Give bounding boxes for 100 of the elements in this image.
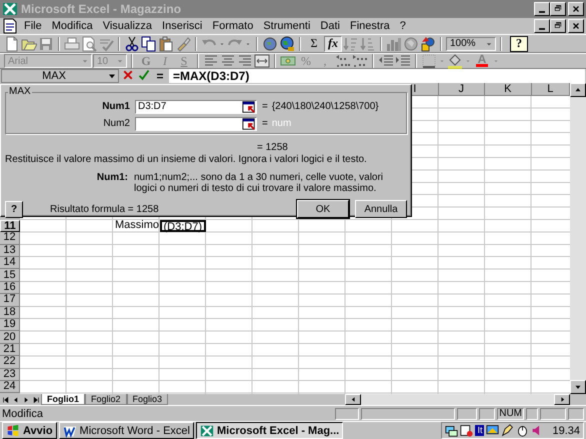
argument-label: Num2 (102, 118, 131, 129)
row-header[interactable]: 16 (0, 282, 20, 294)
language-indicator[interactable]: It (475, 425, 484, 436)
sheet-tab[interactable]: Foglio1 (41, 394, 85, 405)
brush-icon[interactable] (175, 36, 191, 52)
help-button[interactable]: ? (510, 36, 528, 52)
table-cell[interactable]: (D3:D7) (160, 220, 206, 232)
check-icon (138, 69, 150, 81)
start-button[interactable]: Avvio (2, 422, 57, 439)
row-header[interactable]: 17 (0, 294, 20, 307)
group-title: MAX (8, 86, 32, 97)
paste-icon[interactable] (158, 36, 174, 52)
workbook-restore-button[interactable] (550, 19, 566, 33)
row-header[interactable]: 19 (0, 319, 20, 332)
menu-item[interactable]: Strumenti (259, 20, 314, 32)
menu-item[interactable]: Formato (208, 20, 258, 32)
status-indicator: NUM (497, 408, 524, 420)
row-header[interactable]: 13 (0, 244, 20, 258)
sheet-tab[interactable]: Foglio3 (126, 394, 168, 405)
scroll-right-button[interactable] (554, 394, 570, 405)
print-preview-icon[interactable] (81, 36, 97, 52)
formula-field[interactable]: =MAX(D3:D7) (169, 69, 585, 83)
zoom-dropdown[interactable]: 100% (446, 36, 496, 50)
workbook-minimize-button[interactable] (534, 19, 550, 33)
drawing-icon[interactable] (420, 36, 436, 52)
status-panel (526, 408, 538, 420)
restore-button[interactable] (550, 2, 566, 16)
workbook-close-button[interactable] (568, 19, 584, 33)
taskbar-button[interactable]: Microsoft Excel - Mag... (196, 422, 344, 439)
row-header[interactable]: 14 (0, 257, 20, 270)
close-icon (571, 21, 581, 31)
copy-icon[interactable] (141, 36, 157, 52)
function-button[interactable]: fx (324, 36, 342, 52)
menu-item[interactable]: ? (396, 20, 410, 32)
argument-result: num (272, 118, 292, 129)
equals-sign: = (262, 118, 268, 129)
row-header[interactable]: 23 (0, 368, 20, 381)
column-header[interactable]: L (532, 83, 570, 96)
scissors-icon[interactable] (124, 36, 140, 52)
mouse-icon[interactable] (516, 424, 530, 437)
row-header[interactable]: 18 (0, 306, 20, 320)
formula-value: = 1258 (257, 142, 289, 154)
column-header[interactable]: J (438, 83, 485, 96)
ok-button[interactable]: OK (297, 200, 349, 218)
argument-field[interactable]: D3:D7 (135, 100, 257, 114)
globe-icon[interactable] (262, 36, 278, 52)
first-sheet-icon[interactable] (1, 394, 11, 404)
row-header[interactable]: 20 (0, 331, 20, 344)
menu-item[interactable]: Inserisci (158, 20, 206, 32)
cell-range-icon[interactable] (242, 100, 256, 114)
row-header[interactable]: 11 (0, 220, 20, 232)
close-icon (571, 4, 581, 14)
display-icon[interactable] (486, 424, 500, 437)
menu-item[interactable]: Modifica (48, 20, 97, 32)
printer-icon[interactable] (64, 36, 80, 52)
excel-logo-icon (200, 424, 214, 438)
row-header[interactable]: 24 (0, 380, 20, 394)
status-panel (568, 408, 584, 420)
taskbar-button[interactable]: Microsoft Word - Excel (58, 422, 194, 439)
autosum-button[interactable]: Σ (305, 36, 323, 52)
menu-item[interactable]: File (20, 20, 46, 32)
network-icon[interactable] (445, 424, 458, 437)
scroll-left-button[interactable] (345, 394, 361, 405)
menu-item[interactable]: Finestra (346, 20, 394, 32)
row-header[interactable]: 22 (0, 356, 20, 369)
help-button[interactable]: ? (5, 200, 23, 218)
cancel-button[interactable]: Annulla (355, 200, 407, 218)
table-cell[interactable]: Massimo (113, 220, 160, 232)
argument-field[interactable] (135, 116, 257, 130)
enter-button[interactable] (137, 69, 151, 83)
menu-item[interactable]: Visualizza (98, 20, 156, 32)
argument-name: Num1: (96, 172, 129, 185)
row-header[interactable]: 12 (0, 232, 20, 245)
last-sheet-icon[interactable] (31, 394, 41, 404)
sheet-tab[interactable]: Foglio2 (85, 394, 127, 405)
scroll-down-button[interactable] (570, 380, 586, 394)
cell-range-icon[interactable] (242, 116, 256, 130)
scroll-up-button[interactable] (570, 83, 586, 97)
horizontal-scrollbar[interactable] (345, 394, 570, 405)
row-header[interactable]: 15 (0, 269, 20, 282)
close-button[interactable] (568, 2, 584, 16)
edit-formula-button[interactable]: = (153, 69, 167, 83)
pen-icon[interactable] (501, 424, 514, 437)
excel-logo-icon (2, 1, 18, 17)
name-box[interactable]: MAX (1, 69, 119, 83)
status-panel (479, 408, 496, 420)
vertical-scrollbar[interactable] (570, 83, 586, 394)
argument-description: num1;num2;... sono da 1 a 30 numeri, celle vuote, valori logici o numeri di testo di cui trovare il valore massimo. (134, 172, 384, 194)
argument-result: {240\180\240\1258\700} (272, 101, 379, 112)
formula-result: Risultato formula = 1258 (50, 204, 160, 214)
save-icon[interactable] (38, 36, 54, 52)
scheduler-icon[interactable] (460, 424, 474, 437)
new-file-icon[interactable] (4, 36, 20, 52)
row-header[interactable]: 21 (0, 344, 20, 356)
workbook-icon[interactable] (2, 18, 18, 34)
minimize-button[interactable] (534, 2, 550, 16)
restore-icon (553, 21, 563, 31)
menu-item[interactable]: Dati (316, 20, 344, 32)
column-header[interactable]: K (485, 83, 532, 96)
hyperlink-icon[interactable] (279, 36, 295, 52)
